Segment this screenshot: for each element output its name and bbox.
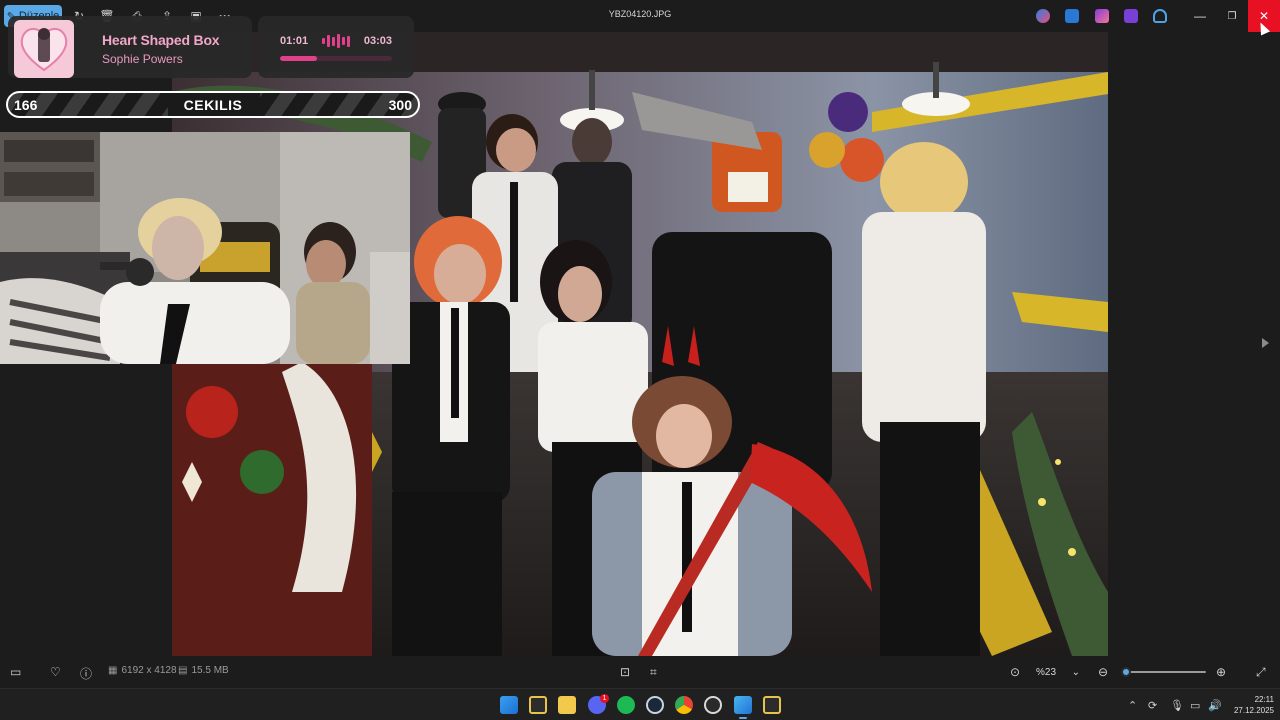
webcam-illustration — [0, 132, 410, 364]
spotify-icon[interactable] — [617, 696, 635, 714]
song-artist: Sophie Powers — [102, 52, 183, 66]
steam-icon[interactable] — [646, 696, 664, 714]
giveaway-label: CEKILIS — [183, 97, 243, 113]
zoom-out-icon[interactable]: ⊖ — [1098, 665, 1108, 679]
photos-icon[interactable] — [734, 696, 752, 714]
clock-date: 27.12.2025 — [1233, 706, 1274, 715]
discord-badge: 1 — [600, 694, 609, 703]
bottom-toolbar: ▭ ♡ ⓘ ▦ 6192 x 4128 ▤ 15.5 MB ⊡ ⌗ ⊙ %23 … — [0, 656, 1280, 688]
clock-time: 22:11 — [1254, 695, 1274, 704]
file-size-value: 15.5 MB — [191, 665, 229, 676]
crop-icon[interactable]: ⊡ — [620, 665, 630, 679]
image-dimensions: ▦ 6192 x 4128 — [108, 665, 177, 676]
obs-icon[interactable] — [704, 696, 722, 714]
zoom-slider-thumb[interactable] — [1121, 667, 1132, 677]
copilot-icon[interactable] — [1036, 9, 1050, 23]
file-size: ▤ 15.5 MB — [178, 665, 229, 676]
zoom-in-icon[interactable]: ⊕ — [1216, 665, 1226, 679]
sync-icon[interactable]: ⟳ — [1148, 699, 1157, 712]
microphone-icon[interactable]: 🎙 — [1170, 699, 1184, 712]
duration: 03:03 — [363, 35, 392, 47]
zoom-level-select[interactable]: %23 ⌄ — [1030, 662, 1086, 682]
taskbar: 1 ⌃ ⟳ 🎙 ▭ 🔊 22:11 27.12.2025 — [0, 688, 1280, 720]
network-icon[interactable]: ▭ — [1190, 699, 1200, 712]
file2-icon[interactable] — [763, 696, 781, 714]
restore-icon[interactable]: ❐ — [1216, 0, 1248, 32]
volume-icon[interactable]: 🔊 — [1208, 699, 1222, 712]
video-icon[interactable] — [1124, 9, 1138, 23]
zoom-slider[interactable] — [1121, 667, 1206, 677]
clipchamp-icon[interactable] — [1095, 9, 1109, 23]
minimize-icon[interactable]: — — [1184, 0, 1216, 32]
playback-card: 01:01 03:03 — [258, 16, 414, 78]
zoom-level-value: %23 — [1036, 666, 1057, 678]
dimensions-value: 6192 x 4128 — [121, 665, 177, 676]
now-playing-card: Heart Shaped Box Sophie Powers — [8, 16, 252, 78]
webcam-overlay — [0, 132, 410, 364]
favorite-icon[interactable]: ♡ — [50, 665, 61, 679]
chevron-down-icon: ⌄ — [1071, 666, 1080, 678]
file-icon[interactable] — [529, 696, 547, 714]
windows-start-icon[interactable] — [500, 696, 518, 714]
active-app-indicator — [739, 717, 747, 719]
app-icon[interactable] — [1065, 9, 1079, 23]
dimensions-icon: ▦ — [108, 665, 118, 676]
folder-icon[interactable] — [558, 696, 576, 714]
equalizer-icon — [322, 34, 352, 48]
giveaway-bar: 166 CEKILIS 300 — [6, 91, 420, 118]
giveaway-goal-count: 300 — [388, 97, 412, 113]
song-progress-bar — [280, 56, 392, 61]
song-title: Heart Shaped Box — [102, 32, 220, 48]
current-time: 01:01 — [280, 35, 309, 47]
chevron-up-icon[interactable]: ⌃ — [1128, 699, 1137, 712]
fullscreen-icon[interactable]: ⤢ — [1256, 665, 1266, 680]
info-icon[interactable]: ⓘ — [80, 665, 92, 682]
filmstrip-icon[interactable]: ▭ — [10, 665, 21, 679]
onedrive-icon[interactable] — [1153, 9, 1167, 23]
album-art — [14, 20, 74, 78]
clock[interactable]: 22:11 27.12.2025 — [1226, 694, 1274, 716]
next-image-icon[interactable] — [1262, 338, 1269, 348]
fit-screen-icon[interactable]: ⊙ — [1010, 665, 1020, 679]
song-progress-fill — [280, 56, 317, 61]
file-size-icon: ▤ — [178, 665, 188, 676]
visual-search-icon[interactable]: ⌗ — [650, 665, 657, 680]
chrome-icon[interactable] — [675, 696, 693, 714]
